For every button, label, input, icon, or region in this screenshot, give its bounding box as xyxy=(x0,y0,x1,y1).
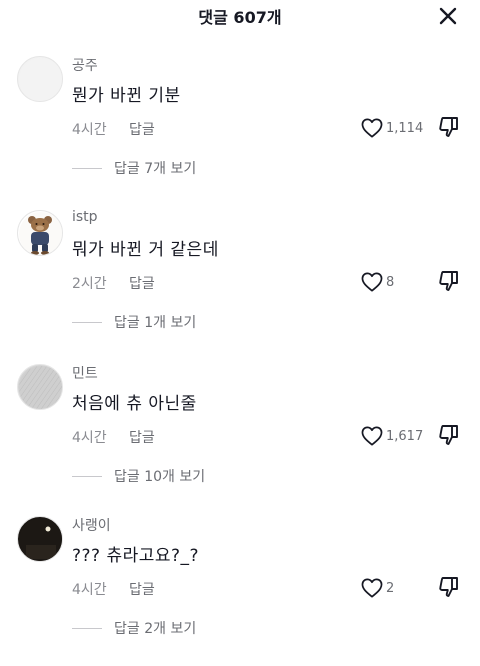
comment-item: 민트 처음에 츄 아닌줄 4시간 답글 1,617 답글 10개 보기 xyxy=(0,364,480,514)
thumbs-down-icon xyxy=(439,577,458,597)
comment-timestamp: 2시간 xyxy=(72,276,107,292)
close-button[interactable] xyxy=(436,4,460,28)
comments-count-title: 댓글 607개 xyxy=(198,8,282,27)
comment-username[interactable]: istp xyxy=(72,209,98,225)
reply-button[interactable]: 답글 xyxy=(129,427,155,447)
comment-item: 공주 뭔가 바뀐 기분 4시간 답글 1,114 답글 7개 보기 xyxy=(0,56,480,206)
view-replies-button[interactable]: 답글 1개 보기 xyxy=(72,312,196,332)
heart-outline-icon xyxy=(361,426,383,446)
comment-timestamp: 4시간 xyxy=(72,582,107,598)
comment-item: istp 뭐가 바뀐 거 같은데 2시간 답글 8 답글 1개 보기 xyxy=(0,209,480,360)
dark-night-avatar-icon xyxy=(19,518,62,561)
comment-username[interactable]: 사랭이 xyxy=(72,515,111,535)
avatar[interactable] xyxy=(17,210,63,256)
divider-line xyxy=(72,321,102,323)
heart-outline-icon xyxy=(361,118,383,138)
like-button[interactable]: 2 xyxy=(361,576,394,600)
dislike-button[interactable] xyxy=(437,423,461,447)
avatar[interactable] xyxy=(17,364,63,410)
like-button[interactable]: 1,617 xyxy=(361,424,423,448)
like-count: 2 xyxy=(386,580,395,596)
thumbs-down-icon xyxy=(439,425,458,445)
like-count: 8 xyxy=(386,274,395,290)
comment-text: 처음에 츄 아닌줄 xyxy=(72,394,197,414)
comment-text: 뭔가 바뀐 기분 xyxy=(72,86,181,106)
reply-button[interactable]: 답글 xyxy=(129,273,155,293)
comment-username[interactable]: 공주 xyxy=(72,55,98,75)
heart-outline-icon xyxy=(361,272,383,292)
dislike-button[interactable] xyxy=(437,269,461,293)
reply-button[interactable]: 답글 xyxy=(129,579,155,599)
comment-item: 사랭이 ??? 츄라고요?_? 4시간 답글 2 답글 2개 보기 xyxy=(0,516,480,666)
comment-timestamp: 4시간 xyxy=(72,122,107,138)
view-replies-button[interactable]: 답글 2개 보기 xyxy=(72,618,196,638)
gray-texture-avatar-icon xyxy=(19,366,62,409)
like-button[interactable]: 1,114 xyxy=(361,116,423,140)
divider-line xyxy=(72,475,102,477)
dislike-button[interactable] xyxy=(437,115,461,139)
close-icon xyxy=(439,7,457,25)
view-replies-button[interactable]: 답글 7개 보기 xyxy=(72,158,196,178)
view-replies-label: 답글 7개 보기 xyxy=(114,161,197,177)
heart-outline-icon xyxy=(361,578,383,598)
thumbs-down-icon xyxy=(439,271,458,291)
comment-username[interactable]: 민트 xyxy=(72,363,98,383)
dislike-button[interactable] xyxy=(437,575,461,599)
avatar[interactable] xyxy=(17,56,63,102)
view-replies-label: 답글 10개 보기 xyxy=(114,469,206,485)
like-button[interactable]: 8 xyxy=(361,270,394,294)
avatar[interactable] xyxy=(17,516,63,562)
divider-line xyxy=(72,627,102,629)
blank-avatar-icon xyxy=(19,58,62,101)
thumbs-down-icon xyxy=(439,117,458,137)
comment-text: 뭐가 바뀐 거 같은데 xyxy=(72,240,219,260)
view-replies-label: 답글 2개 보기 xyxy=(114,621,197,637)
teddy-bear-avatar-icon xyxy=(19,212,62,255)
divider-line xyxy=(72,167,102,169)
view-replies-button[interactable]: 답글 10개 보기 xyxy=(72,466,205,486)
comment-timestamp: 4시간 xyxy=(72,430,107,446)
comment-text: ??? 츄라고요?_? xyxy=(72,546,200,566)
comments-header: 댓글 607개 xyxy=(0,0,480,32)
view-replies-label: 답글 1개 보기 xyxy=(114,315,197,331)
like-count: 1,114 xyxy=(386,120,424,136)
reply-button[interactable]: 답글 xyxy=(129,119,155,139)
like-count: 1,617 xyxy=(386,428,424,444)
